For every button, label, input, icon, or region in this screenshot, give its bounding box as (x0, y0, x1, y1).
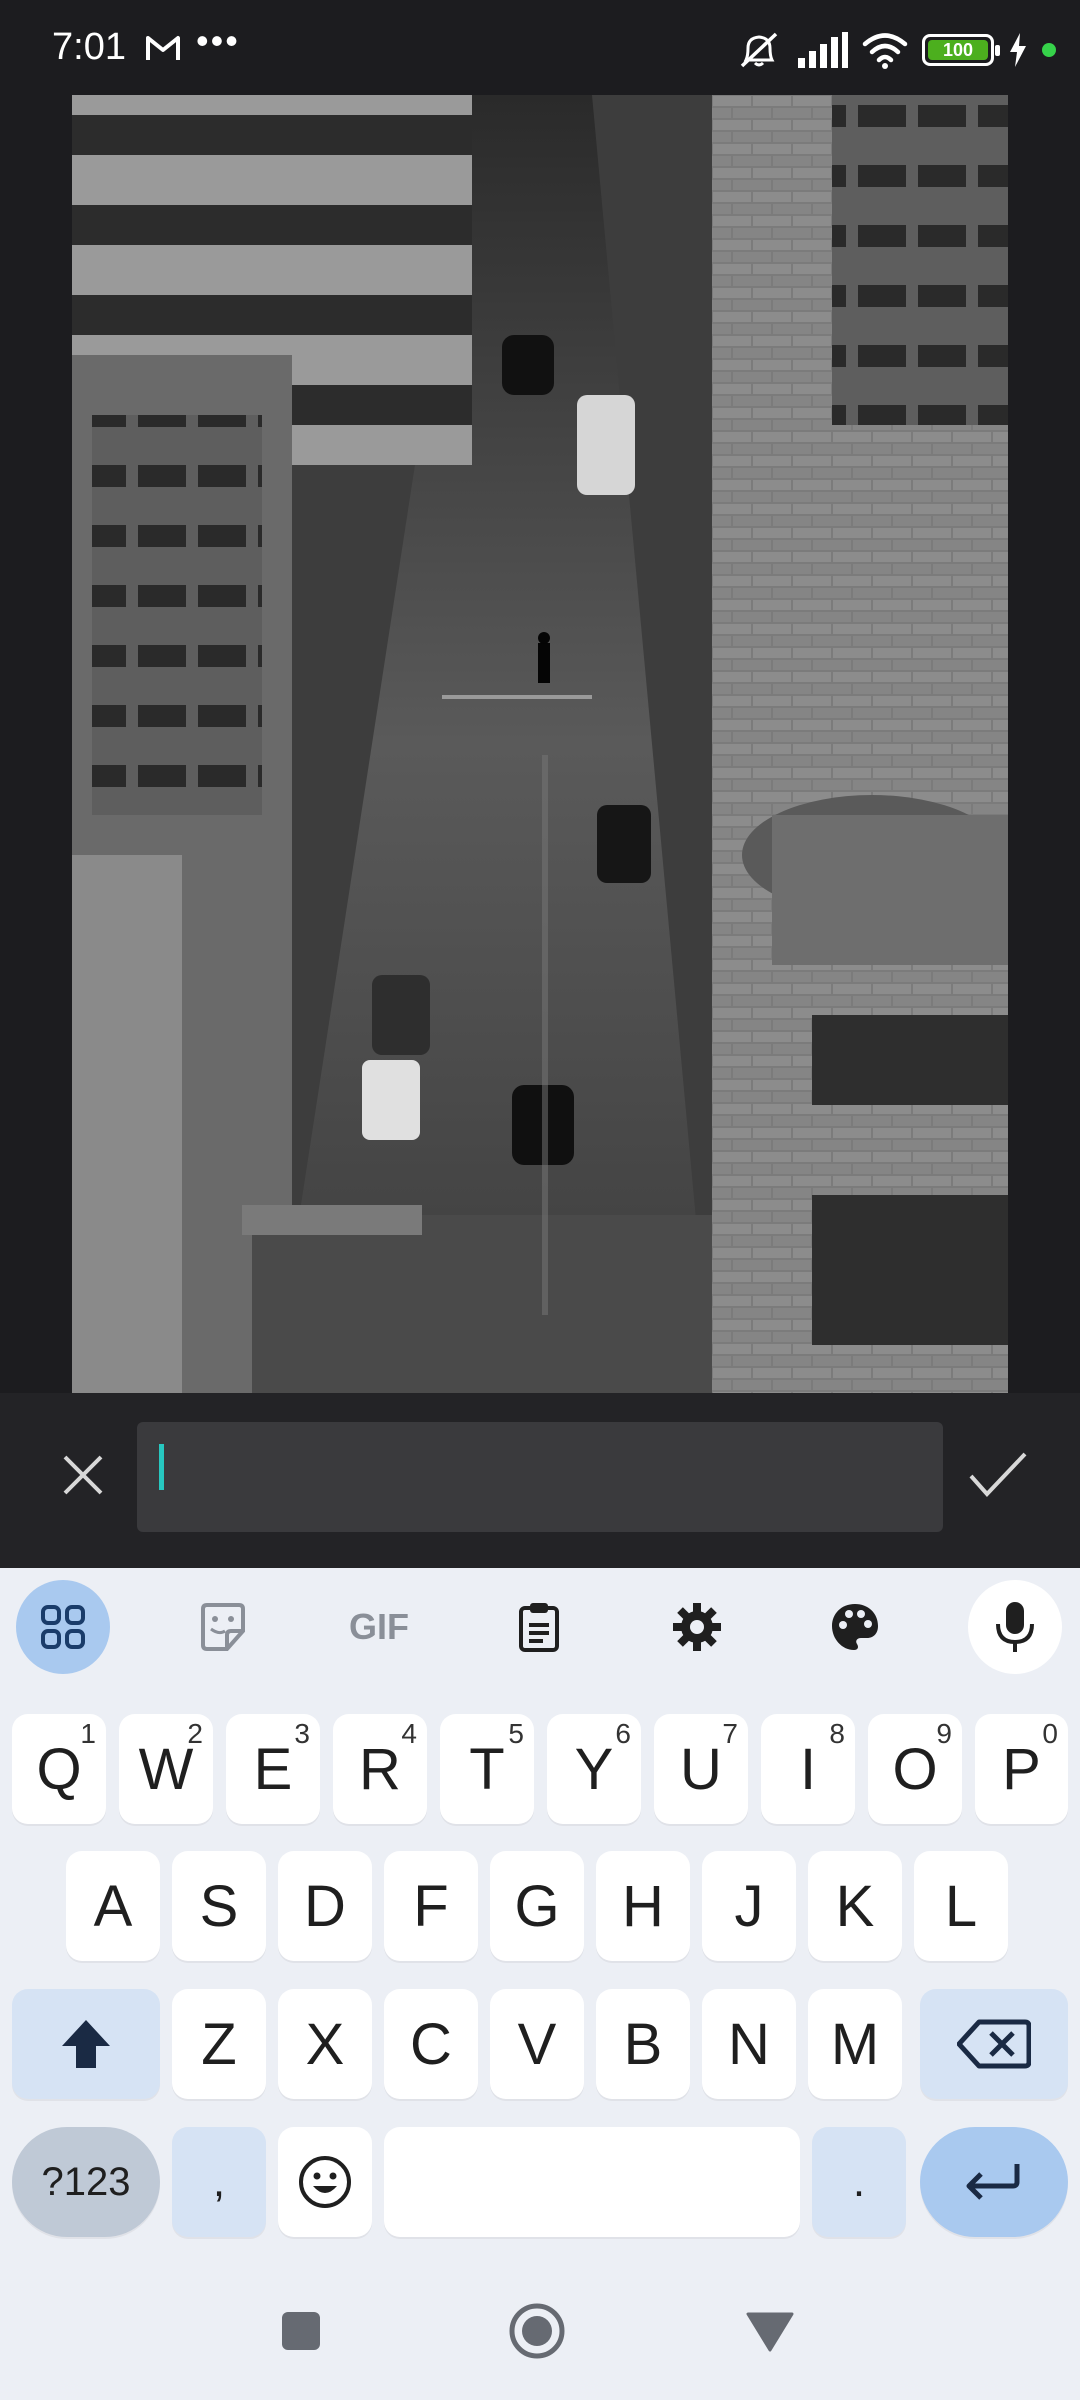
key-y[interactable]: Y6 (547, 1714, 641, 1824)
caption-input[interactable] (137, 1422, 943, 1532)
shift-icon (62, 2020, 110, 2068)
key-hint: 0 (1042, 1718, 1058, 1749)
status-time: 7:01 (52, 26, 126, 68)
text-cursor (159, 1444, 164, 1490)
key-a[interactable]: A (66, 1851, 160, 1961)
square-icon[interactable] (280, 2310, 322, 2352)
key-hint: 2 (187, 1718, 203, 1749)
key-m[interactable]: M (808, 1989, 902, 2099)
enter-key[interactable] (920, 2127, 1068, 2237)
home-circle-icon[interactable] (508, 2302, 566, 2360)
key-g[interactable]: G (490, 1851, 584, 1961)
check-icon (969, 1452, 1027, 1497)
key-z[interactable]: Z (172, 1989, 266, 2099)
symbols-key[interactable]: ?123 (12, 2127, 160, 2237)
key-h[interactable]: H (596, 1851, 690, 1961)
key-x[interactable]: X (278, 1989, 372, 2099)
status-bar: 7:01 ••• 100 (0, 0, 1080, 95)
backspace-key[interactable] (920, 1989, 1068, 2099)
palette-icon (832, 1604, 878, 1650)
key-d[interactable]: D (278, 1851, 372, 1961)
key-label: P (1002, 1736, 1041, 1802)
space-key[interactable] (384, 2127, 800, 2237)
key-hint: 3 (294, 1718, 310, 1749)
key-hint: 8 (829, 1718, 845, 1749)
key-v[interactable]: V (490, 1989, 584, 2099)
key-label: Q (36, 1736, 82, 1802)
key-i[interactable]: I8 (761, 1714, 855, 1824)
wifi-icon (862, 33, 908, 69)
more-icon: ••• (196, 20, 240, 61)
key-hint: 4 (401, 1718, 417, 1749)
apps-icon (41, 1605, 85, 1649)
settings-button[interactable] (650, 1580, 744, 1674)
key-label: T (469, 1736, 505, 1802)
sticker-button[interactable] (176, 1580, 270, 1674)
key-hint: 6 (615, 1718, 631, 1749)
key-c[interactable]: C (384, 1989, 478, 2099)
key-k[interactable]: K (808, 1851, 902, 1961)
close-caption-button[interactable] (48, 1440, 118, 1510)
key-hint: 1 (80, 1718, 96, 1749)
key-t[interactable]: T5 (440, 1714, 534, 1824)
key-j[interactable]: J (702, 1851, 796, 1961)
key-hint: 5 (508, 1718, 524, 1749)
key-label: W (138, 1736, 194, 1802)
key-w[interactable]: W2 (119, 1714, 213, 1824)
battery-level: 100 (928, 40, 988, 60)
signal-icon (798, 32, 848, 68)
key-label: R (359, 1736, 401, 1802)
gif-button[interactable]: GIF (332, 1580, 426, 1674)
clipboard-button[interactable] (492, 1580, 586, 1674)
gif-label: GIF (349, 1606, 409, 1647)
key-label: I (799, 1736, 817, 1802)
voice-input-button[interactable] (968, 1580, 1062, 1674)
photo-preview (72, 95, 1008, 1393)
key-hint: 7 (722, 1718, 738, 1749)
street-photo-image (72, 95, 1008, 1393)
close-icon (63, 1455, 103, 1495)
battery-icon: 100 (922, 34, 1000, 66)
shift-key[interactable] (12, 1989, 160, 2099)
key-q[interactable]: Q1 (12, 1714, 106, 1824)
privacy-indicator (1042, 43, 1056, 57)
comma-key[interactable]: , (172, 2127, 266, 2237)
key-o[interactable]: O9 (868, 1714, 962, 1824)
sticker-icon (201, 1603, 245, 1651)
status-icons: 100 (736, 28, 1056, 72)
key-e[interactable]: E3 (226, 1714, 320, 1824)
key-f[interactable]: F (384, 1851, 478, 1961)
key-hint: 9 (936, 1718, 952, 1749)
key-l[interactable]: L (914, 1851, 1008, 1961)
key-label: Y (574, 1736, 614, 1802)
key-label: O (892, 1736, 938, 1802)
key-r[interactable]: R4 (333, 1714, 427, 1824)
theme-button[interactable] (808, 1580, 902, 1674)
key-p[interactable]: P0 (975, 1714, 1068, 1824)
navigation-bar (0, 2270, 1080, 2400)
key-n[interactable]: N (702, 1989, 796, 2099)
gmail-icon (146, 36, 180, 60)
backspace-icon (957, 2019, 1031, 2069)
back-triangle-icon[interactable] (746, 2310, 794, 2352)
mute-icon (740, 32, 778, 68)
key-u[interactable]: U7 (654, 1714, 748, 1824)
clipboard-icon (519, 1603, 559, 1652)
key-label: U (680, 1736, 722, 1802)
emoji-icon (299, 2156, 351, 2208)
key-s[interactable]: S (172, 1851, 266, 1961)
enter-icon (966, 2164, 1020, 2200)
charging-icon (1010, 33, 1026, 67)
emoji-key[interactable] (278, 2127, 372, 2237)
confirm-caption-button[interactable] (960, 1440, 1036, 1510)
key-label: E (253, 1736, 293, 1802)
period-key[interactable]: . (812, 2127, 906, 2237)
mic-icon (996, 1602, 1034, 1652)
key-b[interactable]: B (596, 1989, 690, 2099)
gear-icon (673, 1603, 721, 1651)
keyboard-apps-button[interactable] (16, 1580, 110, 1674)
